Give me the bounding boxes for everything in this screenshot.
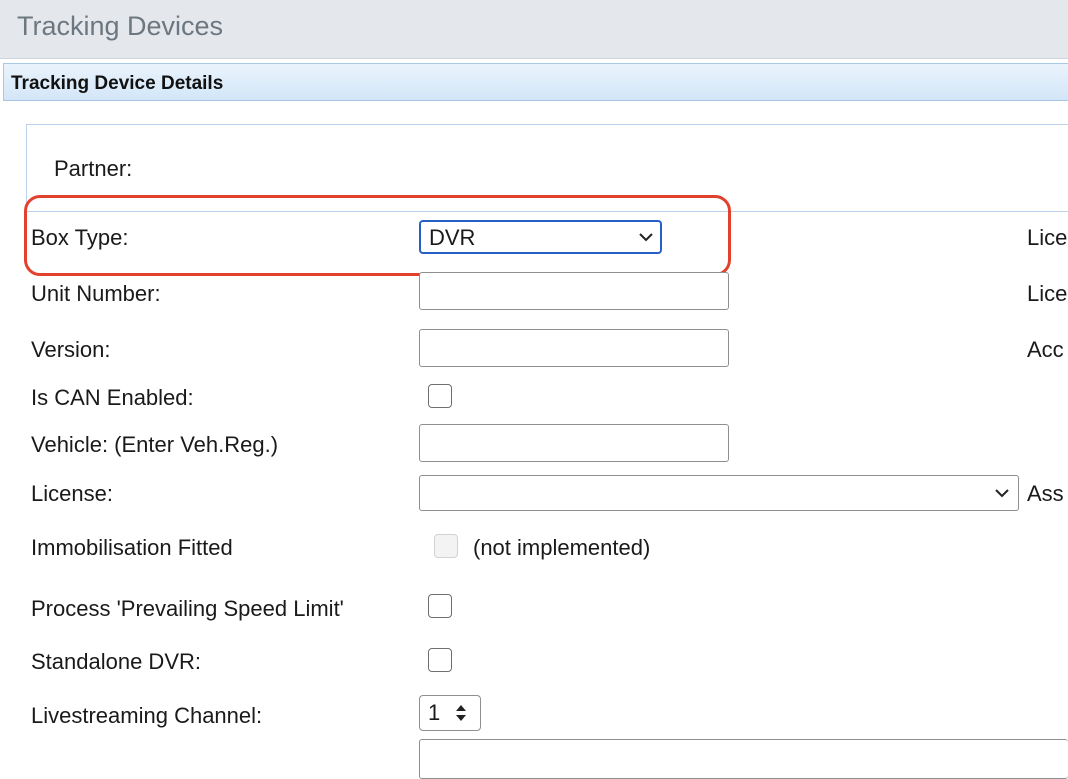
right-label-1: Lice <box>1027 225 1068 250</box>
immobilisation-checkbox <box>434 534 458 558</box>
box-type-label: Box Type: <box>31 225 129 250</box>
vehicle-label: Vehicle: (Enter Veh.Reg.) <box>31 432 279 457</box>
right-label-4: Ass <box>1027 481 1064 506</box>
partner-label: Partner: <box>54 156 133 181</box>
speed-limit-checkbox[interactable] <box>428 594 452 618</box>
speed-limit-label: Process 'Prevailing Speed Limit' <box>31 596 344 621</box>
license-label: License: <box>31 481 113 506</box>
chevron-down-icon <box>639 233 653 242</box>
version-input[interactable] <box>419 329 729 367</box>
immobilisation-note: (not implemented) <box>473 535 651 560</box>
box-type-value: DVR <box>429 225 476 250</box>
livestream-label: Livestreaming Channel: <box>31 703 263 728</box>
unit-number-label: Unit Number: <box>31 281 161 306</box>
stepper-arrows-icon[interactable] <box>452 701 470 725</box>
standalone-dvr-checkbox[interactable] <box>428 648 452 672</box>
vehicle-input[interactable] <box>419 424 729 462</box>
unit-number-input[interactable] <box>419 272 729 310</box>
partner-panel <box>26 124 1068 212</box>
livestream-channel-stepper[interactable]: 1 <box>419 695 481 731</box>
right-label-2: Lice <box>1027 281 1068 306</box>
section-title: Tracking Device Details <box>11 73 224 94</box>
can-enabled-checkbox[interactable] <box>428 384 452 408</box>
immobilisation-label: Immobilisation Fitted <box>31 535 233 560</box>
license-select[interactable] <box>419 475 1019 511</box>
can-enabled-label: Is CAN Enabled: <box>31 385 194 410</box>
version-label: Version: <box>31 337 111 362</box>
page-title: Tracking Devices <box>17 11 224 41</box>
box-type-select[interactable]: DVR <box>419 220 662 254</box>
page-header: Tracking Devices <box>0 0 1068 59</box>
chevron-down-icon <box>995 489 1009 498</box>
right-label-3: Acc <box>1027 337 1064 362</box>
next-field-input[interactable] <box>419 739 1068 779</box>
section-header: Tracking Device Details <box>3 63 1068 101</box>
livestream-value: 1 <box>428 700 441 725</box>
standalone-dvr-label: Standalone DVR: <box>31 649 201 674</box>
